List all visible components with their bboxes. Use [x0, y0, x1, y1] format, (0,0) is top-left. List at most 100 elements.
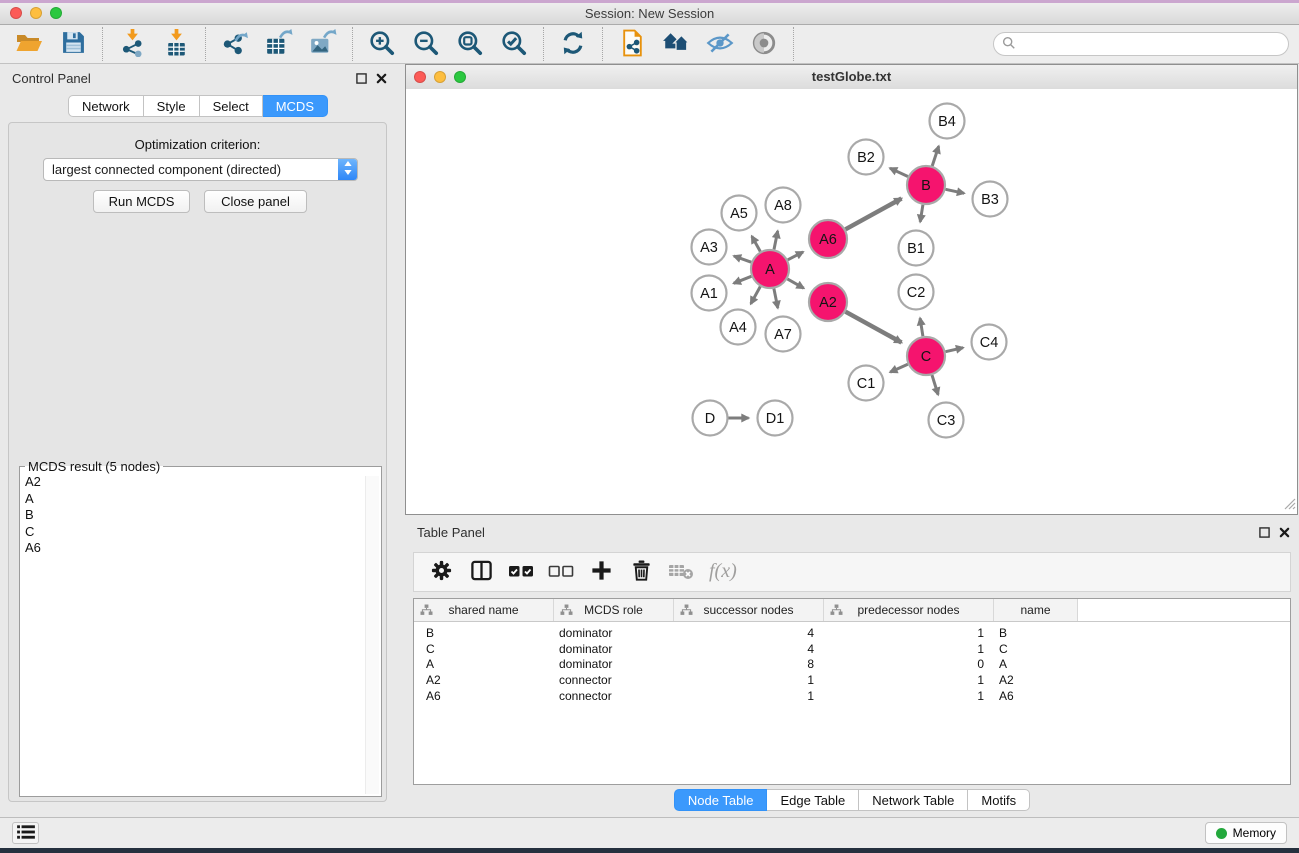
node-A[interactable]: A	[751, 250, 789, 288]
node-A6[interactable]: A6	[809, 220, 847, 258]
select-all-rows-button[interactable]	[508, 557, 534, 587]
node-A3[interactable]: A3	[692, 230, 727, 265]
close-panel-button[interactable]: Close panel	[204, 190, 307, 213]
edge-A-A8[interactable]	[774, 231, 778, 249]
edge-A6-B[interactable]	[846, 199, 902, 230]
edge-A-A1[interactable]	[734, 276, 752, 283]
edge-A-A3[interactable]	[734, 256, 751, 262]
node-C4[interactable]: C4	[972, 325, 1007, 360]
zoom-selected-button[interactable]	[496, 27, 532, 61]
export-table-button[interactable]	[261, 27, 297, 61]
node-B1[interactable]: B1	[899, 231, 934, 266]
network-canvas[interactable]: B4 B2 B B3 A8 A5 A6 B1 A3 A C2 A1 A2 A4 A7 C4 C C1 C3 D D1	[406, 89, 1297, 514]
edge-B-B3[interactable]	[946, 189, 965, 193]
tab-style[interactable]: Style	[144, 95, 200, 117]
node-A8[interactable]: A8	[766, 188, 801, 223]
column-header-MCDS-role[interactable]: MCDS role	[554, 599, 674, 621]
edge-B-B4[interactable]	[932, 146, 939, 166]
search-input[interactable]	[1021, 33, 1288, 55]
node-B2[interactable]: B2	[849, 140, 884, 175]
import-table-button[interactable]	[158, 27, 194, 61]
edge-B-B1[interactable]	[920, 205, 923, 222]
result-item[interactable]: C	[25, 524, 379, 541]
node-D[interactable]: D	[693, 401, 728, 436]
node-A2[interactable]: A2	[809, 283, 847, 321]
clone-network-button[interactable]	[614, 27, 650, 61]
delete-columns-button[interactable]	[628, 557, 654, 587]
node-B[interactable]: B	[907, 166, 945, 204]
float-panel-icon[interactable]	[356, 73, 367, 84]
node-A5[interactable]: A5	[722, 196, 757, 231]
edge-C-C4[interactable]	[946, 348, 964, 352]
edge-A-A6[interactable]	[788, 252, 803, 260]
edge-A-A7[interactable]	[774, 289, 778, 308]
edge-A-A2[interactable]	[787, 279, 803, 288]
table-close-panel-icon[interactable]	[1279, 527, 1290, 538]
show-all-button[interactable]	[746, 27, 782, 61]
task-history-button[interactable]	[12, 822, 39, 844]
tab-network[interactable]: Network	[68, 95, 144, 117]
tab-network-table[interactable]: Network Table	[859, 789, 968, 811]
column-header-successor-nodes[interactable]: successor nodes	[674, 599, 824, 621]
edge-C-C3[interactable]	[932, 375, 938, 395]
edge-A2-C[interactable]	[846, 312, 902, 343]
zoom-out-button[interactable]	[408, 27, 444, 61]
result-item[interactable]: B	[25, 507, 379, 524]
zoom-fit-button[interactable]	[452, 27, 488, 61]
toggle-panel-columns-button[interactable]	[468, 557, 494, 587]
node-B3[interactable]: B3	[973, 182, 1008, 217]
zoom-fit-icon	[456, 29, 484, 60]
node-C2[interactable]: C2	[899, 275, 934, 310]
zoom-in-button[interactable]	[364, 27, 400, 61]
node-D1[interactable]: D1	[758, 401, 793, 436]
result-scrollbar[interactable]	[365, 476, 379, 794]
edge-B-B2[interactable]	[890, 168, 908, 176]
export-network-button[interactable]	[217, 27, 253, 61]
node-C3[interactable]: C3	[929, 403, 964, 438]
first-neighbors-button[interactable]	[658, 27, 694, 61]
open-session-button[interactable]	[11, 27, 47, 61]
memory-button[interactable]: Memory	[1205, 822, 1287, 844]
node-B4[interactable]: B4	[930, 104, 965, 139]
table-row[interactable]: A2connector11A2	[414, 672, 1290, 688]
tab-edge-table[interactable]: Edge Table	[767, 789, 859, 811]
tab-node-table[interactable]: Node Table	[674, 789, 768, 811]
node-C[interactable]: C	[907, 337, 945, 375]
result-item[interactable]: A2	[25, 474, 379, 491]
save-session-button[interactable]	[55, 27, 91, 61]
cell: 1	[674, 689, 824, 703]
edge-C-C2[interactable]	[920, 318, 923, 336]
close-panel-icon[interactable]	[376, 73, 387, 84]
create-column-button[interactable]	[588, 557, 614, 587]
result-item[interactable]: A	[25, 491, 379, 508]
node-A4[interactable]: A4	[721, 310, 756, 345]
import-network-button[interactable]	[114, 27, 150, 61]
result-item[interactable]: A6	[25, 540, 379, 557]
tab-motifs[interactable]: Motifs	[968, 789, 1030, 811]
column-header-predecessor-nodes[interactable]: predecessor nodes	[824, 599, 994, 621]
tab-select[interactable]: Select	[200, 95, 263, 117]
tab-mcds[interactable]: MCDS	[263, 95, 328, 117]
table-float-panel-icon[interactable]	[1259, 527, 1270, 538]
resize-grip[interactable]	[1282, 496, 1296, 513]
search-field[interactable]	[993, 32, 1289, 56]
run-mcds-button[interactable]: Run MCDS	[93, 190, 190, 213]
node-C1[interactable]: C1	[849, 366, 884, 401]
table-row[interactable]: Adominator80A	[414, 657, 1290, 673]
edge-C-C1[interactable]	[890, 364, 908, 372]
table-row[interactable]: Cdominator41C	[414, 641, 1290, 657]
node-A7[interactable]: A7	[766, 317, 801, 352]
criterion-select[interactable]: largest connected component (directed)	[43, 158, 358, 181]
hide-selected-button[interactable]	[702, 27, 738, 61]
column-header-name[interactable]: name	[994, 599, 1078, 621]
column-header-shared-name[interactable]: shared name	[414, 599, 554, 621]
deselect-all-rows-button[interactable]	[548, 557, 574, 587]
node-A1[interactable]: A1	[692, 276, 727, 311]
export-image-button[interactable]	[305, 27, 341, 61]
table-row[interactable]: Bdominator41B	[414, 625, 1290, 641]
edge-A-A5[interactable]	[752, 236, 761, 251]
table-settings-gear-button[interactable]	[428, 557, 454, 587]
table-row[interactable]: A6connector11A6	[414, 688, 1290, 704]
edge-A-A4[interactable]	[751, 287, 761, 304]
refresh-layout-button[interactable]	[555, 27, 591, 61]
